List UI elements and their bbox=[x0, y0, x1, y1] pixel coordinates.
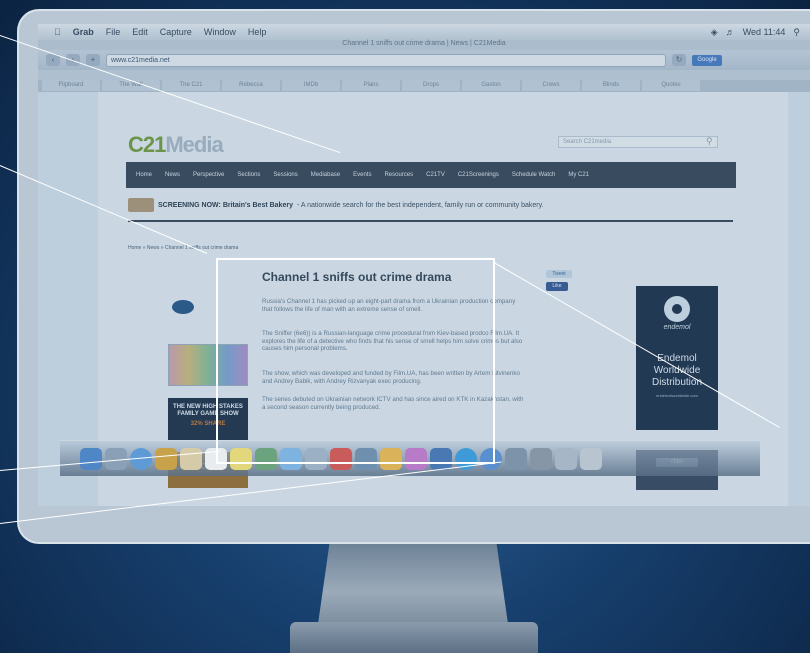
tab[interactable]: Blinds bbox=[582, 80, 640, 91]
menu-clock[interactable]: Wed 11:44 bbox=[743, 27, 786, 38]
nav-resources[interactable]: Resources bbox=[384, 172, 413, 178]
menu-file[interactable]: File bbox=[106, 27, 121, 37]
breadcrumb[interactable]: Home » News » Channel 1 sniffs out crime… bbox=[128, 245, 238, 251]
system-preferences-icon[interactable] bbox=[505, 447, 527, 470]
contacts-icon[interactable] bbox=[180, 447, 202, 470]
endemol-line1: Endemol bbox=[657, 353, 697, 364]
spotlight-icon[interactable]: ⚲ bbox=[793, 27, 800, 38]
tweet-button[interactable]: Tweet bbox=[546, 270, 572, 278]
wifi-icon[interactable]: ◈ bbox=[711, 27, 718, 38]
divider bbox=[128, 220, 733, 222]
like-button[interactable]: Like bbox=[546, 282, 568, 291]
site-logo[interactable]: C21Media bbox=[128, 132, 224, 158]
social-buttons: Tweet Like bbox=[546, 270, 572, 291]
tab[interactable]: The C21 bbox=[162, 80, 220, 91]
swirl-icon bbox=[172, 300, 194, 314]
monitor-stand-base bbox=[290, 622, 538, 653]
screening-text: - A nationwide search for the best indep… bbox=[296, 201, 544, 209]
menu-window[interactable]: Window bbox=[204, 27, 236, 37]
endemol-logo-icon bbox=[664, 296, 690, 322]
tab[interactable]: IMDb bbox=[282, 80, 340, 91]
endemol-url: endemolworldwide.com bbox=[656, 393, 698, 398]
tab[interactable]: Drops bbox=[402, 80, 460, 91]
site-search-input[interactable]: Search C21media bbox=[558, 136, 718, 148]
mail-icon[interactable] bbox=[155, 447, 177, 470]
nav-events[interactable]: Events bbox=[353, 172, 371, 178]
nav-c21tv[interactable]: C21TV bbox=[426, 172, 445, 178]
nav-schedule-watch[interactable]: Schedule Watch bbox=[512, 172, 555, 178]
apple-icon[interactable]:  bbox=[54, 27, 61, 37]
endemol-ad[interactable]: endemol Endemol Worldwide Distribution e… bbox=[636, 286, 718, 430]
tab[interactable]: Rebecca bbox=[222, 80, 280, 91]
tab[interactable]: The Wall bbox=[102, 80, 160, 91]
volume-icon[interactable]: ♬ bbox=[726, 27, 735, 38]
endemol-line3: Distribution bbox=[651, 377, 703, 388]
window-title: Channel 1 sniffs out crime drama | News … bbox=[38, 40, 810, 50]
logo-media: Media bbox=[165, 132, 223, 157]
nav-sessions[interactable]: Sessions bbox=[273, 172, 297, 178]
address-bar[interactable]: www.c21media.net bbox=[106, 53, 666, 67]
tab[interactable]: Plans bbox=[342, 80, 400, 91]
search-icon[interactable]: ⚲ bbox=[706, 136, 713, 147]
screening-label: SCREENING NOW: Britain's Best Bakery bbox=[158, 201, 293, 209]
monitor-stand bbox=[318, 544, 508, 624]
tab[interactable]: Quotes bbox=[642, 80, 700, 91]
endemol-brand: endemol bbox=[663, 324, 691, 331]
tab[interactable]: Gaston bbox=[462, 80, 520, 91]
nav-my-c21[interactable]: My C21 bbox=[568, 172, 589, 178]
nav-sections[interactable]: Sections bbox=[237, 172, 260, 178]
add-icon[interactable]: + bbox=[86, 54, 100, 66]
tab[interactable]: Flipboard bbox=[42, 80, 100, 91]
screening-banner[interactable]: SCREENING NOW: Britain's Best Bakery - A… bbox=[128, 198, 544, 212]
main-nav: Home News Perspective Sections Sessions … bbox=[126, 162, 736, 188]
downloads-folder-icon[interactable] bbox=[555, 447, 577, 470]
logo-c21: C21 bbox=[128, 132, 166, 157]
reload-icon[interactable]: ↻ bbox=[672, 54, 686, 66]
cake-thumbnail bbox=[128, 198, 154, 212]
tab[interactable]: Crews bbox=[522, 80, 580, 91]
menu-app-name[interactable]: Grab bbox=[73, 27, 94, 37]
finder-icon[interactable] bbox=[80, 447, 102, 470]
menu-capture[interactable]: Capture bbox=[160, 27, 192, 37]
nav-news[interactable]: News bbox=[165, 172, 180, 178]
search-button[interactable]: Google bbox=[692, 54, 722, 66]
preview-icon[interactable] bbox=[530, 447, 552, 470]
mac-menu-bar:  Grab File Edit Capture Window Help ◈ ♬… bbox=[38, 24, 810, 40]
nav-home[interactable]: Home bbox=[136, 172, 152, 178]
nav-c21screenings[interactable]: C21Screenings bbox=[458, 172, 499, 178]
tab-bar: Flipboard The Wall The C21 Rebecca IMDb … bbox=[38, 80, 810, 92]
nav-mediabase[interactable]: Mediabase bbox=[311, 172, 340, 178]
nav-perspective[interactable]: Perspective bbox=[193, 172, 224, 178]
browser-toolbar: ‹ › + www.c21media.net ↻ Google bbox=[38, 50, 810, 70]
highlight-box bbox=[216, 258, 495, 464]
menu-edit[interactable]: Edit bbox=[132, 27, 148, 37]
trash-icon[interactable] bbox=[580, 447, 602, 470]
menu-help[interactable]: Help bbox=[248, 27, 267, 37]
bookmarks-bar bbox=[38, 70, 810, 80]
